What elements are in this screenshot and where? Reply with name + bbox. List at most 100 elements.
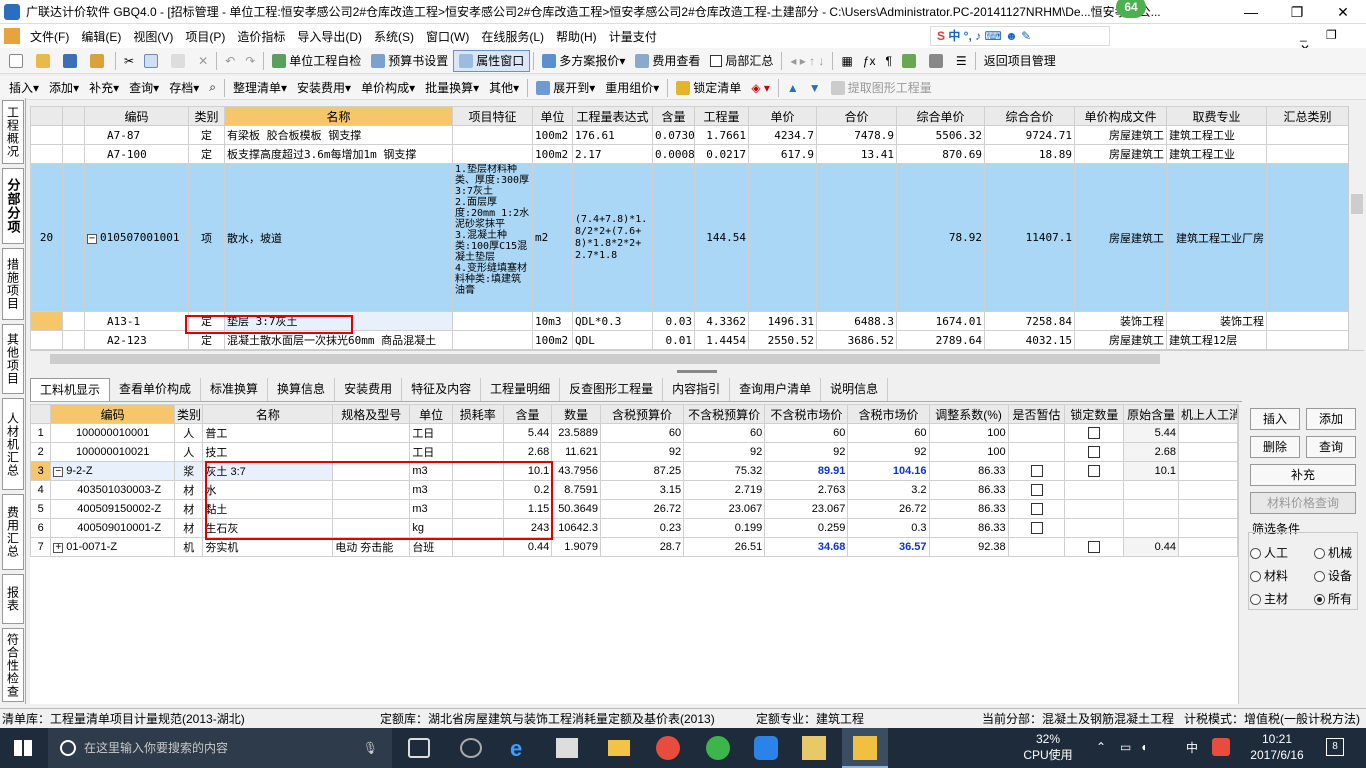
unit-price-menu[interactable]: 单价构成 ▾ bbox=[356, 77, 420, 99]
col2-orig[interactable]: 原始含量 bbox=[1123, 404, 1180, 424]
filter-labor[interactable]: 人工 bbox=[1250, 544, 1288, 561]
extract-graphic-qty-button[interactable]: 提取图形工程量 bbox=[826, 77, 937, 99]
lock-qty-checkbox[interactable] bbox=[1088, 465, 1101, 478]
budget-settings-button[interactable]: 预算书设置 bbox=[366, 50, 453, 72]
taskbar-search[interactable]: 在这里输入你要搜索的内容 🎙 bbox=[48, 728, 392, 768]
tab-compliance-check[interactable]: 符合性检查 bbox=[2, 628, 24, 702]
col2-p4[interactable]: 含税市场价 bbox=[847, 404, 930, 424]
sogou-tray-icon[interactable] bbox=[1212, 738, 1230, 756]
col2-loss[interactable]: 损耗率 bbox=[451, 404, 504, 424]
filter-machine[interactable]: 机械 bbox=[1314, 544, 1352, 561]
green-app-icon[interactable] bbox=[706, 736, 730, 760]
menu-edit[interactable]: 编辑(E) bbox=[75, 28, 127, 45]
network-icon[interactable]: ▭ bbox=[1120, 740, 1131, 754]
menu-project[interactable]: 项目(P) bbox=[179, 28, 231, 45]
paragraph-icon[interactable]: ¶ bbox=[880, 50, 896, 72]
tab-labor-material-summary[interactable]: 人材机汇总 bbox=[2, 398, 24, 490]
add-menu[interactable]: 添加 ▾ bbox=[44, 77, 84, 99]
col-total[interactable]: 合价 bbox=[816, 106, 897, 126]
tab-conversion-info[interactable]: 换算信息 bbox=[268, 378, 336, 401]
open-icon[interactable] bbox=[31, 50, 58, 72]
col-utotal[interactable]: 综合合价 bbox=[984, 106, 1075, 126]
tab-qty-detail[interactable]: 工程量明细 bbox=[481, 378, 561, 401]
filter-main-material[interactable]: 主材 bbox=[1250, 590, 1288, 607]
tab-unit-price-composition[interactable]: 查看单价构成 bbox=[110, 378, 202, 401]
fill-color-icon[interactable]: ◈ ▾ bbox=[746, 77, 775, 99]
radio-main-material[interactable] bbox=[1250, 594, 1261, 606]
tab-standard-conversion[interactable]: 标准换算 bbox=[201, 378, 269, 401]
add-button[interactable]: 添加 bbox=[1306, 408, 1356, 430]
paste-icon[interactable] bbox=[166, 50, 193, 72]
return-project-button[interactable]: 返回项目管理 bbox=[979, 50, 1061, 72]
col2-type[interactable]: 类别 bbox=[174, 404, 204, 424]
menu-help[interactable]: 帮助(H) bbox=[550, 28, 603, 45]
radio-machine[interactable] bbox=[1314, 548, 1325, 560]
move-up-icon[interactable]: ▲ bbox=[782, 77, 804, 99]
property-window-button[interactable]: 属性窗口 bbox=[453, 49, 531, 72]
lock-qty-checkbox[interactable] bbox=[1088, 427, 1101, 440]
col2-p1[interactable]: 含税预算价 bbox=[599, 404, 685, 424]
save-icon[interactable] bbox=[58, 50, 85, 72]
col-expr[interactable]: 工程量表达式 bbox=[572, 106, 653, 126]
delete-icon[interactable]: ✕ bbox=[193, 50, 213, 72]
restore-button[interactable]: ❐ bbox=[1274, 0, 1320, 24]
col-spec[interactable]: 取费专业 bbox=[1166, 106, 1267, 126]
tab-install-fee[interactable]: 安装费用 bbox=[335, 378, 403, 401]
edge-icon[interactable]: e bbox=[510, 736, 522, 762]
tab-project-overview[interactable]: 工程概况 bbox=[2, 100, 24, 164]
tab-features-content[interactable]: 特征及内容 bbox=[402, 378, 482, 401]
col-price[interactable]: 单价 bbox=[748, 106, 817, 126]
tab-description[interactable]: 说明信息 bbox=[821, 378, 889, 401]
color-icon[interactable] bbox=[924, 50, 951, 72]
material-price-query-button[interactable]: 材料价格查询 bbox=[1250, 492, 1356, 514]
volume-icon[interactable]: ◖ bbox=[1140, 740, 1147, 754]
col-name[interactable]: 名称 bbox=[224, 106, 453, 126]
col2-qty[interactable]: 数量 bbox=[551, 404, 601, 424]
undo-icon[interactable]: ↶ bbox=[220, 50, 240, 72]
archive-menu[interactable]: 存档 ▾ bbox=[164, 77, 204, 99]
ime-indicator[interactable]: 中 bbox=[1186, 739, 1198, 756]
tab-sub-items[interactable]: 分部分项 bbox=[2, 168, 24, 244]
table-row[interactable]: 1 100000010001 人普工 工日 5.44 23.5889 60 60 60 60 100… bbox=[30, 423, 1238, 443]
filter-material[interactable]: 材料 bbox=[1250, 567, 1288, 584]
collapse-toggle-icon[interactable]: − bbox=[87, 234, 97, 244]
gbq-active-app-icon[interactable] bbox=[842, 728, 888, 768]
delete-button[interactable]: 删除 bbox=[1250, 436, 1300, 458]
explorer-icon[interactable] bbox=[608, 740, 630, 756]
col2-model[interactable]: 规格及型号 bbox=[332, 404, 411, 424]
col-unit[interactable]: 单位 bbox=[532, 106, 573, 126]
tab-other-items[interactable]: 其他项目 bbox=[2, 324, 24, 394]
lock-qty-checkbox[interactable] bbox=[1088, 541, 1101, 554]
menu-cost-index[interactable]: 造价指标 bbox=[231, 28, 291, 45]
col2-code[interactable]: 编码 bbox=[50, 404, 176, 424]
supplement-button[interactable]: 补充 bbox=[1250, 464, 1356, 486]
self-check-button[interactable]: 单位工程自检 bbox=[267, 50, 366, 72]
multi-scheme-quote-button[interactable]: 多方案报价 ▾ bbox=[537, 50, 630, 72]
menu-file[interactable]: 文件(F) bbox=[24, 28, 75, 45]
nav-arrows[interactable]: ◂ ▸ ↑ ↓ bbox=[785, 50, 829, 72]
batch-convert-menu[interactable]: 批量换算 ▾ bbox=[420, 77, 484, 99]
expand-to-menu[interactable]: 展开到 ▾ bbox=[531, 77, 600, 99]
tab-measures[interactable]: 措施项目 bbox=[2, 248, 24, 320]
tab-fee-summary[interactable]: 费用汇总 bbox=[2, 494, 24, 570]
cut-icon[interactable]: ✂ bbox=[119, 50, 139, 72]
task-view-icon[interactable] bbox=[408, 738, 430, 758]
new-icon[interactable] bbox=[4, 50, 31, 72]
insert-menu[interactable]: 插入 ▾ bbox=[4, 77, 44, 99]
list-icon[interactable]: ☰ bbox=[951, 50, 972, 72]
close-button[interactable]: ✕ bbox=[1320, 0, 1366, 24]
grid1-hscrollbar[interactable] bbox=[30, 350, 1364, 366]
col2-unit[interactable]: 单位 bbox=[409, 404, 453, 424]
mic-icon[interactable]: 🎙 bbox=[363, 728, 378, 768]
fee-view-button[interactable]: 费用查看 bbox=[630, 50, 705, 72]
partial-summary-checkbox[interactable] bbox=[710, 54, 723, 67]
filter-all[interactable]: 所有 bbox=[1314, 590, 1352, 607]
col2-name[interactable]: 名称 bbox=[202, 404, 334, 424]
query-menu[interactable]: 查询 ▾ bbox=[124, 77, 164, 99]
col2-p3[interactable]: 不含税市场价 bbox=[764, 404, 849, 424]
table-row-selected[interactable]: 20−010507001001 项散水，坡道 1.垫层材料种类、厚度:300厚3:7… bbox=[30, 163, 1348, 312]
query-button[interactable]: 查询 bbox=[1306, 436, 1356, 458]
col-uprice[interactable]: 综合单价 bbox=[896, 106, 985, 126]
menu-system[interactable]: 系统(S) bbox=[368, 28, 420, 45]
save-all-icon[interactable] bbox=[85, 50, 112, 72]
